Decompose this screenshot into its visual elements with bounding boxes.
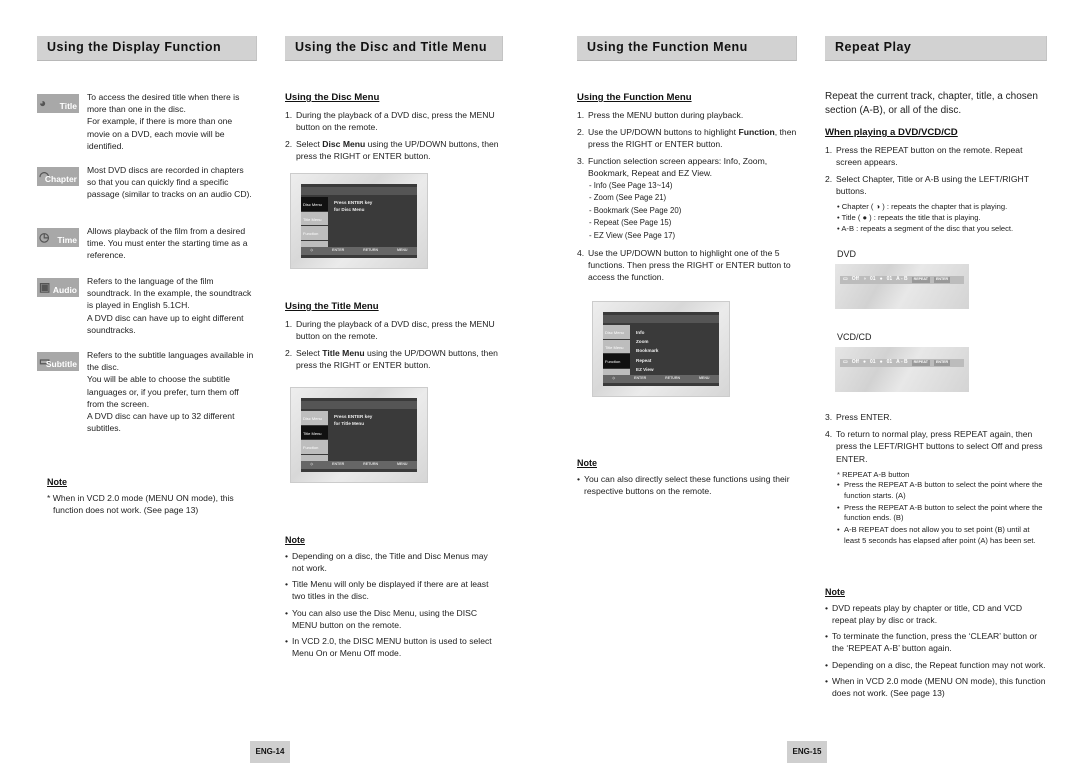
list-item: • Chapter ( ◑ ) : repeats the chapter th…: [837, 202, 1008, 212]
title-menu-screenshot: Disc Menu Title Menu Function Setup Pres…: [290, 387, 428, 483]
ab-heading: * REPEAT A-B button: [837, 469, 910, 479]
step: 1. During the playback of a DVD disc, pre…: [285, 318, 495, 341]
list-item: EZ View (See Page 17): [589, 230, 797, 242]
section-header-function-menu: Using the Function Menu: [577, 36, 797, 61]
step: 4. Use the UP/DOWN button to highlight on…: [577, 247, 791, 283]
list-item: • Title ( ● ) : repeats the title that i…: [837, 213, 981, 223]
note-item: • In VCD 2.0, the DISC MENU button is use…: [285, 635, 492, 659]
note-heading: Note: [47, 477, 67, 487]
section-header-display-function: Using the Display Function: [37, 36, 257, 61]
list-item: Info (See Page 13~14): [589, 180, 797, 192]
note-heading: Note: [577, 458, 597, 468]
list-item: Bookmark (See Page 20): [589, 205, 797, 217]
note-item: • When in VCD 2.0 mode (MENU ON mode), th…: [825, 675, 1046, 698]
repeat-sub-bullets: • Chapter ( ◑ ) : repeats the chapter th…: [825, 202, 1047, 234]
step: 2. Select Chapter, Title or A-B using the…: [825, 174, 1029, 197]
list-item: Zoom (See Page 21): [589, 192, 797, 204]
title-menu-block: Using the Title Menu 1. During the playba…: [285, 300, 503, 376]
disc-title-menu-column: Using the Disc and Title Menu Using the …: [285, 36, 503, 676]
note-item: • To terminate the function, press the ‘C…: [825, 631, 1038, 654]
function-menu-block: Using the Function Menu 1. Press the MENU…: [577, 91, 797, 289]
step: 2. Select Disc Menu using the UP/DOWN but…: [285, 139, 499, 162]
page-number-left: ENG-14: [250, 741, 290, 763]
section-header-repeat-play: Repeat Play: [825, 36, 1047, 61]
step: 3. Press ENTER.: [825, 412, 892, 422]
step: 1. Press the MENU button during playback.: [577, 109, 744, 120]
list-item: Repeat (See Page 15): [589, 217, 797, 229]
repeat-play-column: Repeat Play Repeat the current track, ch…: [825, 36, 1047, 716]
time-icon: ◷ Time: [37, 228, 79, 247]
repeat-note: Note • DVD repeats play by chapter or tit…: [825, 586, 1047, 703]
note-item: • Title Menu will only be displayed if th…: [285, 579, 489, 602]
ab-repeat-info: * REPEAT A-B button • Press the REPEAT A-…: [825, 470, 1047, 546]
vcd-label: VCD/CD: [837, 332, 872, 342]
note-item: • You can also directly select these func…: [577, 473, 790, 496]
step: 2. Select Title Menu using the UP/DOWN bu…: [285, 348, 498, 371]
step: 1. Press the REPEAT button on the remote.…: [825, 144, 1023, 167]
note-item: • Depending on a disc, the Repeat functio…: [825, 659, 1046, 670]
list-item: • A-B REPEAT does not allow you to set po…: [837, 524, 1036, 545]
list-item: • A-B : repeats a segment of the disc th…: [837, 223, 1014, 233]
display-note: Note * When in VCD 2.0 mode (MENU ON mod…: [47, 476, 262, 516]
note-heading: Note: [825, 587, 845, 597]
list-item: • Press the REPEAT A-B button to select t…: [837, 502, 1043, 523]
note-heading: Note: [285, 535, 305, 545]
feature-text: Refers to the subtitle languages availab…: [87, 350, 254, 434]
dvd-repeat-bar-screenshot: ▭ Off ◑ 01 ● 01 A - B REPEAT ENTER: [835, 264, 969, 309]
note-text: * When in VCD 2.0 mode (MENU ON mode), t…: [47, 492, 234, 515]
list-item: • Press the REPEAT A-B button to select t…: [837, 480, 1043, 501]
step: 2. Use the UP/DOWN buttons to highlight F…: [577, 126, 797, 150]
step: 3. Function selection screen appears: Inf…: [577, 156, 768, 179]
feature-text: Refers to the language of the film sound…: [87, 276, 252, 335]
note-item: • DVD repeats play by chapter or title, C…: [825, 602, 1023, 625]
vcd-repeat-bar-screenshot: ▭ Off ● 01 ● 01 A - B REPEAT ENTER: [835, 347, 969, 392]
repeat-heading: When playing a DVD/VCD/CD: [825, 127, 958, 138]
function-note: Note • You can also directly select these…: [577, 457, 797, 501]
function-sub-list: Info (See Page 13~14) Zoom (See Page 21)…: [577, 180, 797, 242]
feature-text: Allows playback of the film from a desir…: [87, 226, 248, 261]
disc-menu-screenshot: Disc Menu Title Menu Function Setup Pres…: [290, 173, 428, 269]
feature-chapter: ◠ Chapter Most DVD discs are recorded in …: [37, 164, 255, 201]
repeat-intro: Repeat the current track, chapter, title…: [825, 91, 1038, 116]
title-icon: ◕ Title: [37, 94, 79, 113]
title-menu-heading: Using the Title Menu: [285, 301, 379, 312]
page-number-right: ENG-15: [787, 741, 827, 763]
disc-menu-block: Using the Disc Menu 1. During the playbac…: [285, 91, 503, 167]
step: 1. During the playback of a DVD disc, pre…: [285, 109, 495, 132]
feature-time: ◷ Time Allows playback of the film from a…: [37, 225, 255, 262]
note-item: • Depending on a disc, the Title and Disc…: [285, 550, 488, 573]
function-menu-column: Using the Function Menu Using the Functi…: [577, 36, 797, 516]
chapter-icon: ◠ Chapter: [37, 167, 79, 186]
repeat-steps: When playing a DVD/VCD/CD 1. Press the RE…: [825, 126, 1047, 234]
feature-subtitle: ▭ Subtitle Refers to the subtitle languag…: [37, 349, 255, 434]
disc-menu-heading: Using the Disc Menu: [285, 92, 380, 103]
feature-audio: ▣ Audio Refers to the language of the fil…: [37, 275, 255, 336]
display-function-column: Using the Display Function ◕ Title To acc…: [37, 36, 257, 536]
function-menu-screenshot: Disc Menu Title Menu Function Setup Info…: [592, 301, 730, 397]
feature-text: Most DVD discs are recorded in chapters …: [87, 165, 252, 200]
disc-title-note: Note • Depending on a disc, the Title and…: [285, 534, 500, 663]
repeat-steps-cont: 3. Press ENTER. 4. To return to normal pla…: [825, 411, 1047, 547]
function-menu-heading: Using the Function Menu: [577, 92, 692, 103]
feature-title: ◕ Title To access the desired title when …: [37, 91, 255, 152]
note-item: • You can also use the Disc Menu, using t…: [285, 607, 478, 630]
feature-text: To access the desired title when there i…: [87, 92, 240, 151]
subtitle-icon: ▭ Subtitle: [37, 352, 79, 371]
step: 4. To return to normal play, press REPEAT…: [825, 429, 1043, 464]
section-header-disc-title-menu: Using the Disc and Title Menu: [285, 36, 503, 61]
dvd-label: DVD: [837, 249, 857, 259]
audio-icon: ▣ Audio: [37, 278, 79, 297]
